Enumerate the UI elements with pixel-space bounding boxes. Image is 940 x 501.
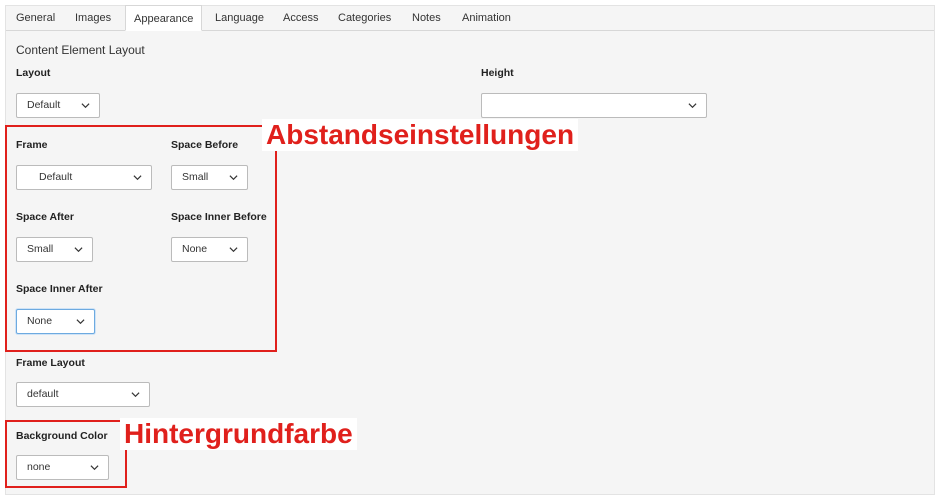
spacing-highlight-box bbox=[5, 125, 277, 352]
tab-general[interactable]: General bbox=[16, 6, 55, 31]
tab-images[interactable]: Images bbox=[75, 6, 111, 31]
background-highlight-box bbox=[5, 420, 127, 488]
tab-bar: General Images Appearance Language Acces… bbox=[6, 5, 934, 31]
frame-layout-value: default bbox=[27, 388, 59, 400]
chevron-down-icon bbox=[131, 392, 140, 398]
spacing-annotation: Abstandseinstellungen bbox=[262, 119, 579, 151]
tab-access[interactable]: Access bbox=[283, 6, 318, 31]
layout-label: Layout bbox=[16, 67, 51, 79]
tab-notes[interactable]: Notes bbox=[412, 6, 441, 31]
background-annotation: Hintergrundfarbe bbox=[120, 418, 357, 450]
frame-layout-select[interactable]: default bbox=[16, 382, 150, 407]
tab-animation[interactable]: Animation bbox=[462, 6, 511, 31]
tab-appearance[interactable]: Appearance bbox=[125, 5, 203, 31]
height-label: Height bbox=[481, 67, 514, 79]
section-title: Content Element Layout bbox=[16, 43, 145, 57]
frame-layout-label: Frame Layout bbox=[16, 357, 85, 369]
tab-language[interactable]: Language bbox=[215, 6, 264, 31]
chevron-down-icon bbox=[81, 103, 90, 109]
height-select[interactable] bbox=[481, 93, 707, 118]
layout-select[interactable]: Default bbox=[16, 93, 100, 118]
layout-value: Default bbox=[27, 99, 61, 111]
chevron-down-icon bbox=[688, 103, 697, 109]
tab-categories[interactable]: Categories bbox=[338, 6, 391, 31]
